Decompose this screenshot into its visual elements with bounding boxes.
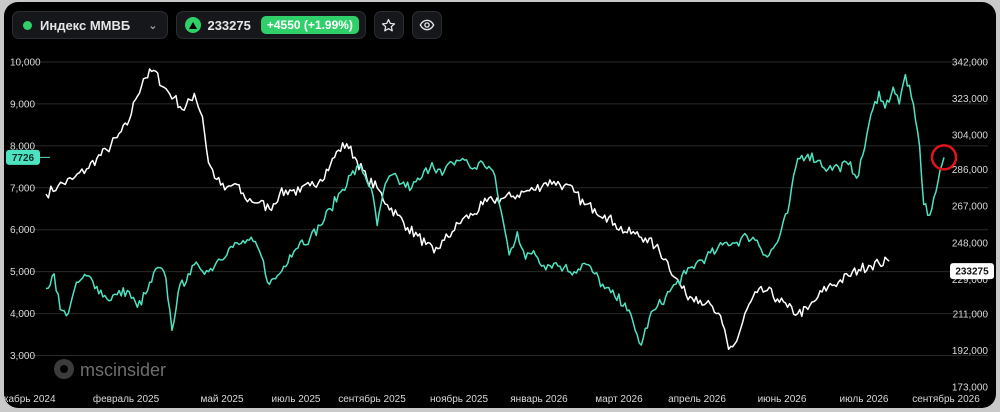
- x-tick-label: сентябрь 2026: [912, 393, 980, 405]
- x-tick-label: декабрь 2024: [4, 393, 56, 405]
- teal-last-value-label: 7726: [12, 153, 35, 164]
- brand-logo-icon-inner: [60, 365, 68, 373]
- left-tick-label: 3,000: [10, 351, 35, 362]
- price-display: 233275 +4550 (+1.99%): [176, 11, 366, 39]
- eye-icon: [419, 19, 435, 31]
- right-tick-label: 342,000: [952, 58, 989, 69]
- chart-frame: 3,000 4,000 5,000 6,000 7,000 8,000 9,000 10,00…: [4, 2, 996, 408]
- x-tick-label: июль 2025: [272, 394, 321, 405]
- right-tick-label: 192,000: [952, 346, 989, 357]
- price-value: 233275: [207, 17, 251, 33]
- right-tick-label: 304,000: [952, 131, 989, 142]
- ticker-selector[interactable]: Индекс ММВБ ⌄: [12, 11, 169, 39]
- star-icon: [382, 18, 396, 31]
- teal-series-line: [45, 73, 945, 346]
- x-tick-label: сентябрь 2025: [338, 393, 406, 405]
- ticker-name: Индекс ММВБ: [40, 17, 131, 33]
- right-tick-label: 248,000: [952, 238, 989, 249]
- arrow-up-icon: [185, 17, 202, 33]
- left-axis: 3,0004,0005,0006,0007,0008,0009,00010,00…: [10, 58, 41, 363]
- brand-logo: mscinsider: [54, 359, 166, 380]
- right-tick-label: 173,000: [952, 383, 989, 394]
- x-tick-label: июль 2026: [840, 394, 889, 405]
- left-tick-label: 4,000: [10, 309, 35, 320]
- right-axis: 173,000192,000211,000229,000248,000267,0…: [952, 58, 989, 394]
- right-tick-label: 286,000: [952, 165, 989, 176]
- highlight-marker: [930, 144, 958, 171]
- left-tick-label: 5,000: [10, 267, 35, 278]
- favorite-button[interactable]: [373, 11, 404, 39]
- left-tick-label: 10,000: [10, 58, 41, 69]
- x-tick-label: июнь 2026: [758, 394, 807, 405]
- x-axis: декабрь 2024 февраль 2025 май 2025 июль 202…: [4, 393, 980, 405]
- left-tick-label: 9,000: [10, 99, 35, 110]
- left-tick-label: 7,000: [10, 183, 35, 194]
- x-tick-label: апрель 2026: [668, 394, 726, 405]
- right-tick-label: 211,000: [953, 309, 989, 320]
- last-value-labels: 7726 233275: [6, 149, 994, 280]
- white-series-line: [45, 68, 890, 351]
- right-tick-label: 267,000: [952, 202, 989, 213]
- right-tick-label: 323,000: [952, 94, 989, 105]
- x-tick-label: ноябрь 2025: [430, 393, 488, 405]
- x-tick-label: март 2026: [595, 394, 643, 405]
- x-tick-label: май 2025: [200, 394, 243, 405]
- x-tick-label: январь 2026: [510, 394, 568, 405]
- x-tick-label: февраль 2025: [93, 393, 160, 405]
- white-last-value-label: 233275: [955, 267, 989, 278]
- visibility-button[interactable]: [411, 11, 442, 39]
- series-layer: [45, 68, 958, 351]
- status-dot: [23, 20, 32, 30]
- left-tick-label: 6,000: [10, 225, 35, 236]
- change-badge: +4550 (+1.99%): [260, 16, 359, 34]
- brand-text: mscinsider: [80, 360, 166, 380]
- line-chart: 3,0004,0005,0006,0007,0008,0009,00010,00…: [4, 58, 994, 405]
- toolbar: Индекс ММВБ ⌄ 233275 +4550 (+1.99%): [12, 11, 442, 39]
- chevron-down-icon: ⌄: [148, 19, 158, 32]
